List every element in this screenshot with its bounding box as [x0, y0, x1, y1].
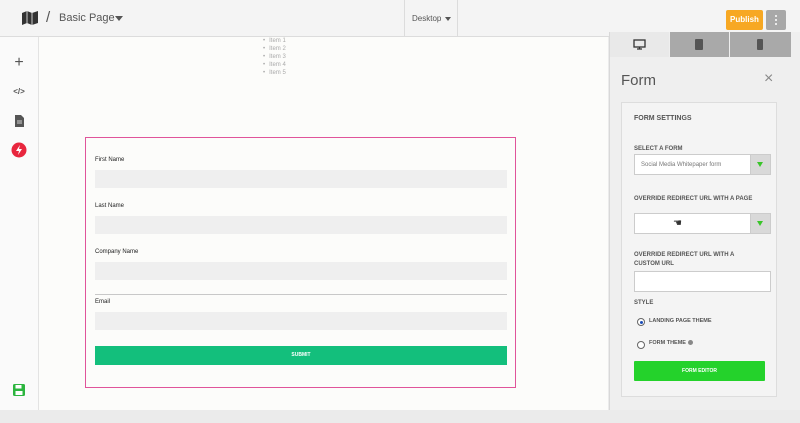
style-label: STYLE [634, 300, 654, 306]
form-theme-label-wrap: FORM THEME [649, 340, 693, 346]
desktop-icon [633, 39, 646, 50]
landing-page-theme-label: LANDING PAGE THEME [649, 318, 712, 324]
plus-icon[interactable]: + [11, 55, 27, 71]
info-icon[interactable] [687, 340, 693, 346]
more-vertical-icon[interactable] [766, 10, 786, 30]
list-item: Item 5 [263, 69, 286, 77]
page-name-dropdown[interactable]: Basic Page [59, 12, 115, 24]
list-item: Item 3 [263, 53, 286, 61]
email-label: Email [95, 299, 111, 305]
hand-cursor-icon: ☚ [673, 218, 682, 229]
divider [95, 294, 507, 295]
last-name-field[interactable] [95, 216, 507, 234]
device-label: Desktop [412, 14, 442, 23]
select-form-dropdown[interactable]: Social Media Whitepaper form [634, 154, 771, 175]
form-settings-title: FORM SETTINGS [634, 115, 692, 122]
save-icon[interactable] [11, 382, 27, 398]
properties-panel: Form × FORM SETTINGS SELECT A FORM Socia… [609, 32, 800, 410]
override-page-dropdown[interactable] [634, 213, 771, 234]
override-page-label: OVERRIDE REDIRECT URL WITH A PAGE [634, 196, 753, 202]
code-icon[interactable]: </> [11, 84, 27, 100]
left-toolbar: + </> [0, 37, 39, 410]
tablet-icon [695, 39, 703, 50]
list-item: Item 2 [263, 45, 286, 53]
last-name-label: Last Name [95, 203, 125, 209]
chevron-down-icon [750, 214, 770, 233]
company-name-field[interactable] [95, 262, 507, 280]
email-field[interactable] [95, 312, 507, 330]
panel-title: Form [621, 72, 656, 89]
tab-mobile[interactable] [730, 32, 791, 57]
lightning-icon[interactable] [11, 142, 27, 158]
form-widget[interactable]: First Name Last Name Company Name Email … [85, 137, 516, 388]
chevron-down-icon [750, 155, 770, 174]
close-icon[interactable]: × [764, 70, 773, 88]
chevron-down-icon [445, 17, 451, 21]
list-item: Item 4 [263, 61, 286, 69]
map-icon[interactable] [22, 11, 38, 25]
custom-url-input[interactable] [634, 271, 771, 292]
form-theme-radio[interactable] [637, 341, 645, 349]
form-editor-button[interactable]: FORM EDITOR [634, 361, 765, 381]
select-form-label: SELECT A FORM [634, 146, 683, 152]
mobile-icon [757, 39, 763, 50]
first-name-label: First Name [95, 157, 125, 163]
list-item: Item 1 [263, 37, 286, 45]
publish-button[interactable]: Publish [726, 10, 763, 30]
bullet-list: Item 1 Item 2 Item 3 Item 4 Item 5 [263, 37, 286, 77]
form-theme-label: FORM THEME [649, 340, 686, 346]
submit-button[interactable]: SUBMIT [95, 346, 507, 365]
device-selector[interactable]: Desktop [404, 0, 458, 36]
select-form-value: Social Media Whitepaper form [641, 162, 722, 168]
tab-tablet[interactable] [670, 32, 729, 57]
landing-page-theme-radio[interactable] [637, 318, 645, 326]
tab-desktop[interactable] [610, 32, 669, 57]
form-settings-card: FORM SETTINGS SELECT A FORM Social Media… [621, 102, 777, 397]
breadcrumb-separator: / [46, 9, 51, 26]
chevron-down-icon[interactable] [115, 16, 123, 21]
first-name-field[interactable] [95, 170, 507, 188]
editor-canvas[interactable]: Item 1 Item 2 Item 3 Item 4 Item 5 First… [39, 37, 608, 410]
override-url-label: OVERRIDE REDIRECT URL WITH A CUSTOM URL [634, 252, 735, 267]
company-name-label: Company Name [95, 249, 139, 255]
document-icon[interactable] [11, 113, 27, 129]
